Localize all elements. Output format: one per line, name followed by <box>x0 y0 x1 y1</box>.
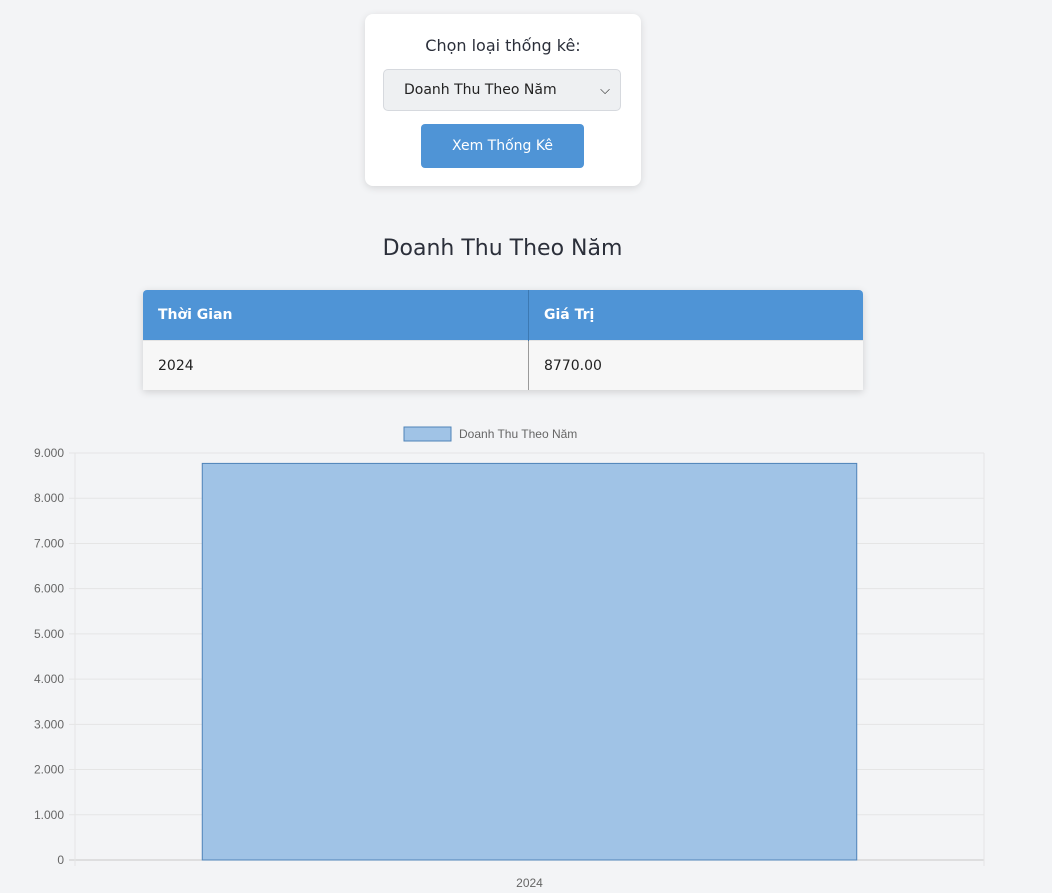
stats-table: Thời Gian Giá Trị 2024 8770.00 <box>143 290 863 390</box>
x-tick-label: 2024 <box>516 876 543 890</box>
y-tick-label: 2.000 <box>34 763 64 777</box>
stat-type-selected-value: Doanh Thu Theo Năm <box>404 82 557 98</box>
section-title: Doanh Thu Theo Năm <box>382 236 623 261</box>
stat-type-label: Chọn loại thống kê: <box>425 36 581 55</box>
table-header-row: Thời Gian Giá Trị <box>143 290 863 341</box>
chevron-down-icon: ⌵ <box>600 82 610 98</box>
cell-time: 2024 <box>143 340 529 390</box>
column-header-time: Thời Gian <box>143 290 529 341</box>
y-tick-label: 0 <box>57 853 64 867</box>
y-tick-label: 9.000 <box>34 446 64 460</box>
y-tick-label: 1.000 <box>34 808 64 822</box>
legend-swatch <box>403 426 452 442</box>
y-tick-label: 6.000 <box>34 582 64 596</box>
view-stats-button[interactable]: Xem Thống Kê <box>421 124 584 168</box>
bar <box>201 462 858 861</box>
table-row: 2024 8770.00 <box>143 340 863 390</box>
cell-value: 8770.00 <box>528 340 863 390</box>
y-tick-label: 7.000 <box>34 536 64 550</box>
revenue-bar-chart: 0 1.000 2.000 3.000 4.000 5.000 6.000 7.000 8.00… <box>34 426 985 890</box>
stat-selector-panel: Chọn loại thống kê: Doanh Thu Theo Năm ⌵… <box>365 14 641 186</box>
legend-label: Doanh Thu Theo Năm <box>459 427 577 441</box>
y-tick-label: 4.000 <box>34 672 64 686</box>
y-tick-label: 8.000 <box>34 491 64 505</box>
stat-type-select[interactable]: Doanh Thu Theo Năm ⌵ <box>383 69 621 111</box>
column-header-value: Giá Trị <box>528 290 863 341</box>
y-tick-label: 3.000 <box>34 717 64 731</box>
y-tick-label: 5.000 <box>34 627 64 641</box>
